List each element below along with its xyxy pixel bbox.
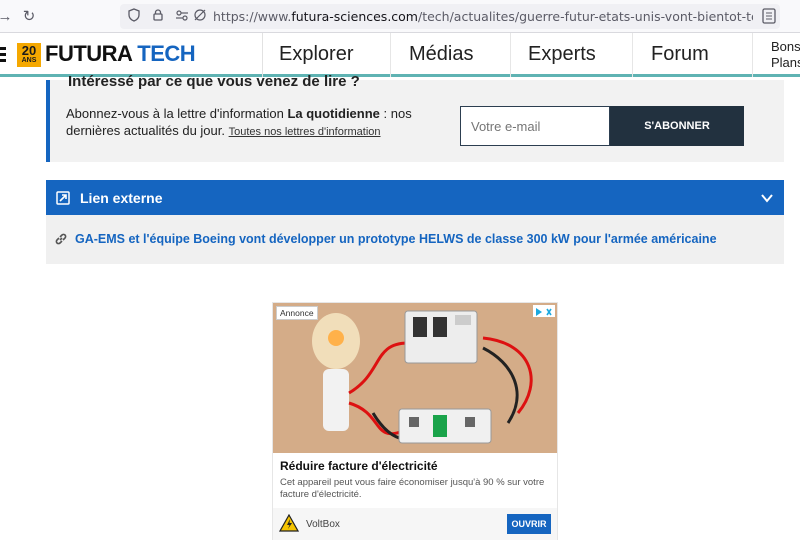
subscribe-button[interactable]: S'ABONNER (610, 106, 744, 146)
header-divider (262, 33, 263, 77)
warning-icon (278, 513, 300, 532)
ad-footer: VoltBox OUVRIR (273, 508, 557, 540)
url-domain: futura-sciences.com (291, 9, 418, 24)
nav-experts[interactable]: Experts (528, 43, 596, 66)
url-protocol: https://www. (213, 9, 292, 24)
newsletter-box: Intéressé par ce que vous venez de lire … (46, 73, 784, 162)
external-article-link[interactable]: GA-EMS et l'équipe Boeing vont développe… (75, 232, 717, 246)
logo-text-main: FUTURA (45, 41, 132, 66)
external-link-title: Lien externe (80, 190, 163, 206)
all-newsletters-link[interactable]: Toutes nos lettres d'information (229, 126, 381, 138)
chevron-down-icon[interactable] (760, 191, 774, 205)
permissions-icon[interactable] (174, 8, 190, 24)
nav-bons-plans-line1: Bons (771, 39, 800, 54)
ad-image[interactable]: Annonce (273, 303, 557, 453)
tracking-blocked-icon[interactable] (192, 8, 208, 24)
nav-separator (390, 33, 391, 77)
url-text[interactable]: https://www.futura-sciences.com/tech/act… (213, 9, 753, 24)
browser-toolbar: → ↻ https://www.futura-sciences.com/tech… (0, 0, 800, 33)
lock-icon[interactable] (150, 8, 166, 24)
external-link-body: GA-EMS et l'équipe Boeing vont développe… (46, 215, 784, 264)
ad-open-button[interactable]: OUVRIR (507, 514, 551, 534)
newsletter-name: La quotidienne (287, 106, 380, 121)
nav-separator (632, 33, 633, 77)
nav-separator (510, 33, 511, 77)
newsletter-text-part: Abonnez-vous à la lettre d'information (66, 106, 288, 121)
nav-bons-plans[interactable]: Bons Plans (771, 39, 800, 71)
nav-medias[interactable]: Médias (409, 43, 473, 66)
advertisement[interactable]: Annonce Réduire facture d'électricité Ce… (272, 302, 558, 540)
nav-bons-plans-line2: Plans (771, 55, 800, 70)
logo-text-accent: TECH (137, 41, 196, 66)
ad-brand: VoltBox (306, 519, 340, 530)
ad-badge: Annonce (276, 306, 318, 320)
nav-forum[interactable]: Forum (651, 43, 709, 66)
logo-badge[interactable]: 20 ANS (17, 43, 41, 67)
external-link-icon (56, 191, 70, 205)
url-bar[interactable]: https://www.futura-sciences.com/tech/act… (120, 4, 780, 29)
logo-badge-text: ANS (21, 57, 37, 64)
reader-view-icon[interactable] (762, 8, 776, 24)
nav-separator (752, 33, 753, 77)
newsletter-heading: Intéressé par ce que vous venez de lire … (68, 73, 360, 90)
url-path: /tech/actualites/guerre-futur-etats-unis… (418, 9, 753, 24)
reload-icon[interactable]: ↻ (18, 6, 40, 28)
site-logo[interactable]: FUTURA TECH (45, 41, 196, 67)
email-input[interactable] (460, 106, 610, 146)
ad-title[interactable]: Réduire facture d'électricité (280, 459, 438, 473)
logo-badge-number: 20 (21, 43, 37, 58)
forward-icon[interactable]: → (0, 6, 16, 28)
site-header: 20 ANS FUTURA TECH Explorer Médias Exper… (0, 33, 800, 77)
newsletter-text: Abonnez-vous à la lettre d'information L… (66, 105, 416, 141)
ad-description: Cet appareil peut vous faire économiser … (280, 477, 545, 500)
link-icon (54, 232, 68, 246)
shield-icon[interactable] (126, 8, 142, 24)
menu-icon[interactable] (0, 47, 6, 63)
nav-explorer[interactable]: Explorer (279, 43, 353, 66)
external-link-header[interactable]: Lien externe (46, 180, 784, 215)
ad-illustration (273, 303, 557, 453)
ad-choices-icon[interactable] (533, 305, 555, 317)
